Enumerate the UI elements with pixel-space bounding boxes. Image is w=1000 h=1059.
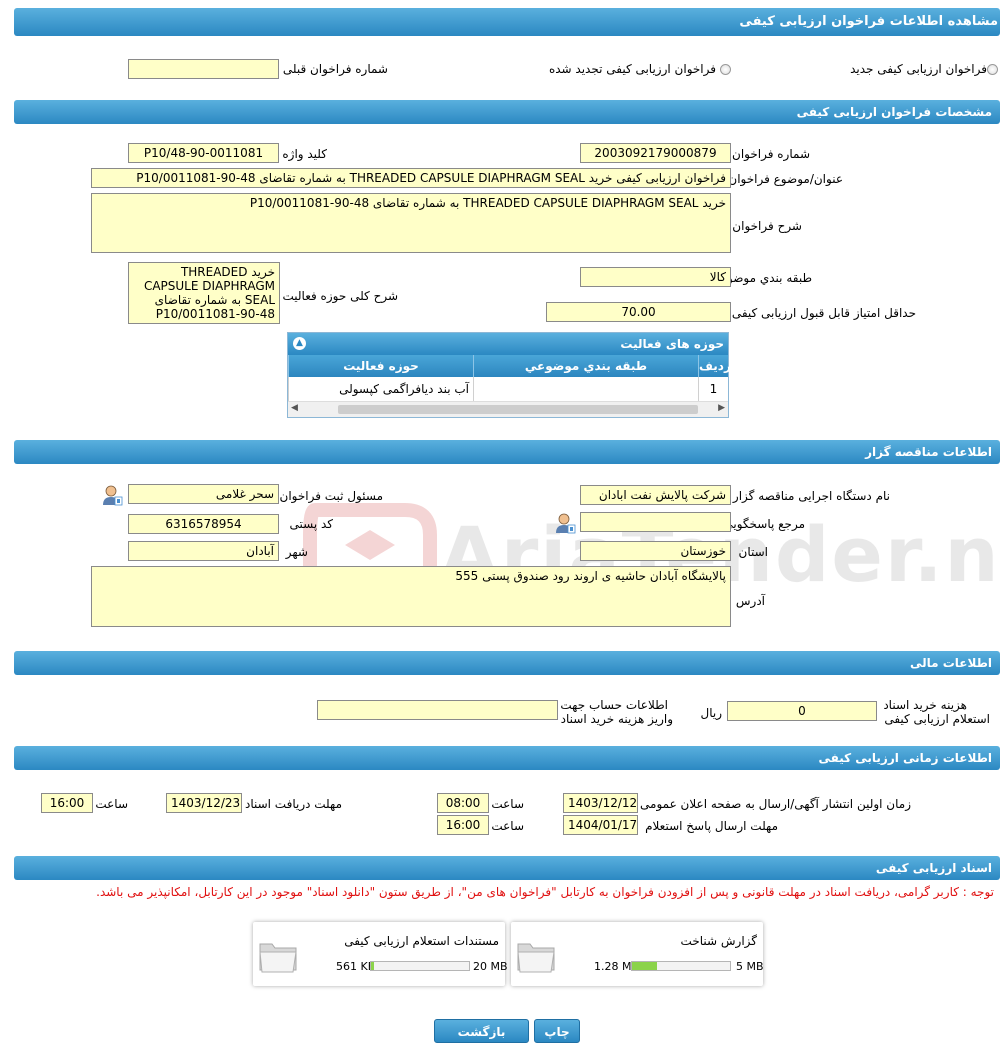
user-icon[interactable]	[101, 484, 123, 506]
address-field: پالایشگاه آبادان حاشیه ی اروند رود صندوق…	[91, 566, 731, 627]
scroll-left-icon[interactable]: ◀	[291, 403, 298, 413]
publish-date-field: 1403/12/12	[563, 793, 638, 813]
reply-time-label: ساعت	[491, 819, 524, 833]
folder-icon	[517, 943, 555, 973]
currency-label: ریال	[700, 706, 722, 720]
cell-row: 1	[698, 377, 728, 401]
section-financial-header: اطلاعات مالی	[14, 651, 1000, 675]
account-label-line2: واریز هزینه خرید اسناد	[560, 712, 673, 726]
publish-time-field: 08:00	[437, 793, 489, 813]
receive-date-field: 1403/12/23	[166, 793, 242, 813]
section-documents-header: اسناد ارزیابی کیفی	[14, 856, 1000, 880]
user-icon[interactable]	[554, 512, 576, 534]
radio-renewed-label: فراخوان ارزیابی کیفی تجدید شده	[548, 62, 716, 76]
publish-label: زمان اولین انتشار آگهی/ارسال به صفحه اعل…	[640, 797, 911, 811]
city-field: آبادان	[128, 541, 279, 561]
category-field: کالا	[580, 267, 731, 287]
document-size-progress	[631, 961, 731, 971]
province-field: خوزستان	[580, 541, 731, 561]
scroll-right-icon[interactable]: ▶	[718, 403, 725, 413]
desc-field: خرید THREADED CAPSULE DIAPHRAGM SEAL به …	[91, 193, 731, 253]
responsible-field: سحر غلامی	[128, 484, 279, 504]
folder-icon	[259, 943, 297, 973]
progress-fill	[632, 962, 658, 970]
receive-time-label: ساعت	[95, 797, 128, 811]
activity-grid-header: حوزه های فعالیت ▲	[288, 333, 728, 355]
document-name: مستندات استعلام ارزیابی کیفی	[344, 934, 499, 948]
radio-new[interactable]	[987, 64, 998, 75]
subject-field: فراخوان ارزیابی کیفی خرید THREADED CAPSU…	[91, 168, 731, 188]
page-header: مشاهده اطلاعات فراخوان ارزیابی کیفی	[14, 8, 1000, 36]
fee-label: هزینه خرید اسناد	[883, 698, 967, 712]
desc-label: شرح فراخوان	[732, 219, 802, 233]
radio-new-label: فراخوان ارزیابی کیفی جدید	[850, 62, 987, 76]
ref-label: مرجع پاسخگویی	[723, 517, 805, 531]
receive-time-field: 16:00	[41, 793, 93, 813]
cell-activity: آب بند دیافراگمی کپسولی	[288, 377, 473, 401]
min-score-field: 70.00	[546, 302, 731, 322]
province-label: استان	[738, 545, 768, 559]
document-name: گزارش شناخت	[680, 934, 757, 948]
keyword-label: کلید واژه	[282, 147, 327, 161]
section-organizer-header: اطلاعات مناقصه گزار	[14, 440, 1000, 464]
prev-number-field	[128, 59, 279, 79]
postal-label: کد پستی	[289, 517, 334, 531]
activity-grid: حوزه های فعالیت ▲ حوزه فعالیت طبقه بندي …	[287, 332, 731, 418]
number-label: شماره فراخوان	[732, 147, 810, 161]
city-label: شهر	[285, 545, 308, 559]
org-name-label: نام دستگاه اجرایی مناقصه گزار	[732, 489, 890, 503]
col-row: ردیف	[698, 355, 731, 377]
scroll-thumb[interactable]	[338, 405, 698, 414]
collapse-icon[interactable]: ▲	[293, 337, 306, 350]
reply-time-field: 16:00	[437, 815, 489, 835]
section-timing-header: اطلاعات زمانی ارزیابی کیفی	[14, 746, 1000, 770]
reply-label: مهلت ارسال پاسخ استعلام	[645, 819, 778, 833]
progress-fill	[371, 962, 374, 970]
receive-label: مهلت دریافت اسناد	[244, 797, 342, 811]
document-size-progress	[370, 961, 470, 971]
address-label: آدرس	[735, 594, 765, 608]
responsible-label: مسئول ثبت فراخوان	[279, 489, 384, 503]
back-button[interactable]: بازگشت	[434, 1019, 529, 1043]
document-card[interactable]: مستندات استعلام ارزیابی کیفی 561 KB 20 M…	[253, 922, 508, 986]
horizontal-scrollbar[interactable]: ◀ ▶	[288, 401, 728, 417]
document-max-size: 20 MB	[473, 960, 508, 973]
fee-field: 0	[727, 701, 877, 721]
ref-field	[580, 512, 731, 532]
document-card[interactable]: گزارش شناخت 1.28 MB 5 MB	[511, 922, 764, 986]
org-name-field: شرکت پالایش نفت ابادان	[580, 485, 731, 505]
document-max-size: 5 MB	[736, 960, 764, 973]
account-label: اطلاعات حساب جهت	[560, 698, 668, 712]
min-score-label: حداقل امتیاز قابل قبول ارزیابی کیفی	[731, 306, 916, 320]
activity-desc-label: شرح کلی حوزه فعالیت	[282, 289, 399, 303]
postal-field: 6316578954	[128, 514, 279, 534]
cell-category	[473, 377, 698, 401]
keyword-field: P10/48-90-0011081	[128, 143, 279, 163]
account-field	[317, 700, 558, 720]
fee-label-line2: استعلام ارزیابی کیفی	[884, 712, 990, 726]
prev-number-label: شماره فراخوان قبلی	[282, 62, 388, 76]
radio-renewed[interactable]	[720, 64, 731, 75]
documents-note: توجه : کاربر گرامی، دریافت اسناد در مهلت…	[96, 885, 994, 899]
reply-date-field: 1404/01/17	[563, 815, 638, 835]
publish-time-label: ساعت	[491, 797, 524, 811]
section-spec-header: مشخصات فراخوان ارزیابی کیفی	[14, 100, 1000, 124]
subject-label: عنوان/موضوع فراخوان	[728, 172, 843, 186]
col-category: طبقه بندي موضوعي	[473, 355, 698, 377]
activity-grid-title: حوزه های فعالیت	[620, 337, 724, 351]
activity-desc-field: خرید THREADED CAPSULE DIAPHRAGM SEAL به …	[128, 262, 280, 324]
print-button[interactable]: چاپ	[534, 1019, 580, 1043]
number-field: 2003092179000879	[580, 143, 731, 163]
col-activity: حوزه فعالیت	[288, 355, 473, 377]
